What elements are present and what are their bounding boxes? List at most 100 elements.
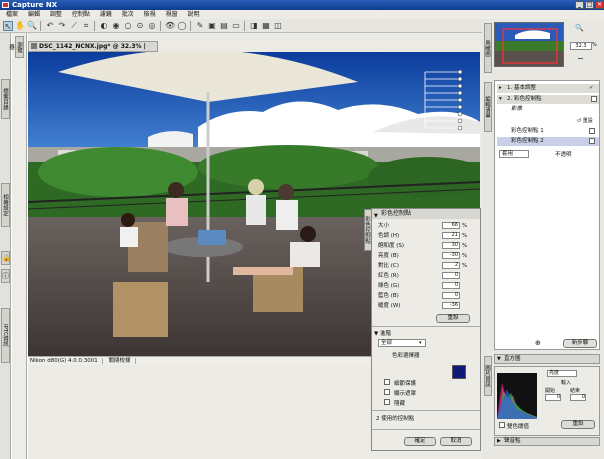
menu-filter[interactable]: 濾鏡: [100, 11, 112, 18]
warmth-value-field[interactable]: -36: [442, 302, 460, 309]
red-value-field[interactable]: 0: [442, 272, 460, 279]
eye-icon[interactable]: 👁: [165, 21, 175, 31]
maximize-button[interactable]: □: [585, 1, 594, 9]
histogram-reset-button[interactable]: 重設: [561, 420, 595, 429]
lasso-icon[interactable]: ◯: [177, 21, 187, 31]
zoom-level-field[interactable]: 32.3: [570, 42, 592, 50]
new-step-button[interactable]: 新步驟: [563, 339, 597, 348]
navigator-thumbnail[interactable]: [494, 22, 564, 67]
lock-icon[interactable]: 🔒: [1, 251, 11, 265]
advanced-toggle-icon[interactable]: ▼: [374, 331, 378, 337]
advanced-section[interactable]: ▼ 進階: [374, 329, 391, 337]
zoom-icon[interactable]: 🔍: [27, 21, 37, 31]
size-value-field[interactable]: 68: [442, 222, 460, 229]
brightness-value-field[interactable]: -30: [442, 252, 460, 259]
grid-icon[interactable]: ▦: [261, 21, 271, 31]
expand-icon[interactable]: ▾: [499, 95, 502, 104]
document-tab[interactable]: DSC_1142_NCNX.jpg* @ 32.3% | 3.1MB: [28, 41, 158, 59]
blue-value-field[interactable]: 0: [442, 292, 460, 299]
expand-icon[interactable]: ▶: [497, 438, 501, 445]
menu-view[interactable]: 檢視: [144, 11, 156, 18]
tab-camera-settings[interactable]: 相機設定: [1, 183, 10, 227]
tab-iptc[interactable]: IPTC資訊: [1, 308, 10, 363]
apply-select[interactable]: 套用: [499, 150, 529, 158]
expand-icon[interactable]: ▸: [499, 84, 502, 93]
slider-row-hue: 色調 (H) 21 %: [378, 232, 468, 239]
white-point-icon[interactable]: ○: [123, 21, 133, 31]
edit-step-color-control[interactable]: ▾ 2. 彩色控制點: [497, 95, 599, 104]
edit-step-basic[interactable]: ▸ 1. 基本調整 ✓: [497, 84, 599, 93]
reset-link[interactable]: ↺ 重設: [577, 117, 593, 124]
photo-info-header[interactable]: ▶ 聲音點: [494, 437, 600, 446]
eraser-icon[interactable]: ▭: [231, 21, 241, 31]
histogram-graph[interactable]: [497, 373, 537, 419]
collapse-icon[interactable]: ▼: [497, 355, 501, 363]
hand-icon[interactable]: ✋: [15, 21, 25, 31]
minimize-button[interactable]: _: [575, 1, 584, 9]
brush-icon[interactable]: ✎: [195, 21, 205, 31]
menu-batch[interactable]: 批次: [122, 11, 134, 18]
step-check-icon[interactable]: ✓: [589, 84, 594, 93]
info-icon[interactable]: ⓘ: [1, 269, 10, 283]
close-button[interactable]: ✕: [595, 1, 604, 9]
status-proof-mode[interactable]: 關閉校樣: [108, 358, 136, 364]
menu-edit[interactable]: 編輯: [28, 11, 40, 18]
end-value-field[interactable]: 0: [570, 394, 586, 401]
step-enable-checkbox[interactable]: [591, 96, 597, 102]
histogram-header[interactable]: ▼ 直方圖: [494, 354, 600, 364]
color-picker-label[interactable]: 色彩選擇器: [392, 351, 420, 359]
point-2-checkbox[interactable]: [589, 138, 595, 144]
zoom-in-icon[interactable]: 🔍: [575, 24, 584, 32]
color-control-point-icon[interactable]: ◉: [111, 21, 121, 31]
edit-sub-point-2[interactable]: 彩色控制點 2: [497, 137, 599, 146]
crop-icon[interactable]: ⌗: [81, 21, 91, 31]
tab-browser[interactable]: 瀏覽器: [8, 36, 24, 58]
green-value-field[interactable]: 0: [442, 282, 460, 289]
pointer-icon[interactable]: ↖: [3, 21, 13, 31]
rotate-left-icon[interactable]: ↶: [45, 21, 55, 31]
detail-protect-checkbox[interactable]: [384, 379, 390, 385]
contrast-value-field[interactable]: 2: [442, 262, 460, 269]
black-point-icon[interactable]: ◐: [99, 21, 109, 31]
slider-row-saturation: 飽和度 (S) 30 %: [378, 242, 468, 249]
fill-icon[interactable]: ▣: [207, 21, 217, 31]
reset-button[interactable]: 重設: [436, 314, 470, 323]
menu-window[interactable]: 視窗: [166, 11, 178, 18]
tab-navigator[interactable]: 鳥瞰圖: [484, 23, 492, 73]
tab-edit-list[interactable]: 編輯清單: [484, 82, 492, 132]
channel-select[interactable]: 亮度: [547, 370, 577, 377]
red-eye-icon[interactable]: ◎: [147, 21, 157, 31]
opacity-label[interactable]: 不透明: [555, 150, 572, 158]
tab-photo-info[interactable]: 圖片資訊: [484, 356, 492, 396]
cancel-button[interactable]: 取消: [440, 437, 472, 446]
dual-threshold-checkbox[interactable]: [499, 422, 505, 428]
overlay-icon[interactable]: ◫: [273, 21, 283, 31]
ok-button[interactable]: 確定: [404, 437, 436, 446]
left-panel: 瀏覽器: [8, 33, 27, 459]
chevron-down-icon[interactable]: ▾: [419, 340, 422, 346]
point-1-checkbox[interactable]: [589, 128, 595, 134]
neutral-point-icon[interactable]: ⊙: [135, 21, 145, 31]
color-point-icon[interactable]: ⊕: [535, 339, 541, 347]
show-mask-checkbox[interactable]: [384, 389, 390, 395]
compare-icon[interactable]: ◨: [249, 21, 259, 31]
menu-adjust[interactable]: 調整: [50, 11, 62, 18]
gradient-icon[interactable]: ▤: [219, 21, 229, 31]
hue-value-field[interactable]: 21: [442, 232, 460, 239]
menu-file[interactable]: 檔案: [6, 11, 18, 18]
edit-sub-point-1[interactable]: 彩色控制點 1: [497, 127, 599, 136]
menu-control-point[interactable]: 控制點: [72, 11, 90, 18]
histogram-curves: [497, 383, 537, 419]
start-value-field[interactable]: 0: [545, 394, 561, 401]
collapse-icon[interactable]: ▼: [374, 211, 378, 221]
tab-file-directory[interactable]: 檔案目錄: [1, 79, 10, 119]
zoom-unit: %: [592, 42, 597, 48]
picked-color-swatch[interactable]: [452, 365, 466, 379]
rotate-right-icon[interactable]: ↷: [57, 21, 67, 31]
straighten-icon[interactable]: ⟋: [69, 21, 79, 31]
saturation-value-field[interactable]: 30: [442, 242, 460, 249]
zoom-out-icon[interactable]: −: [577, 54, 584, 63]
menu-help[interactable]: 說明: [188, 11, 200, 18]
hide-checkbox[interactable]: [384, 399, 390, 405]
palette-side-tab[interactable]: 彩色控制點: [364, 209, 372, 251]
